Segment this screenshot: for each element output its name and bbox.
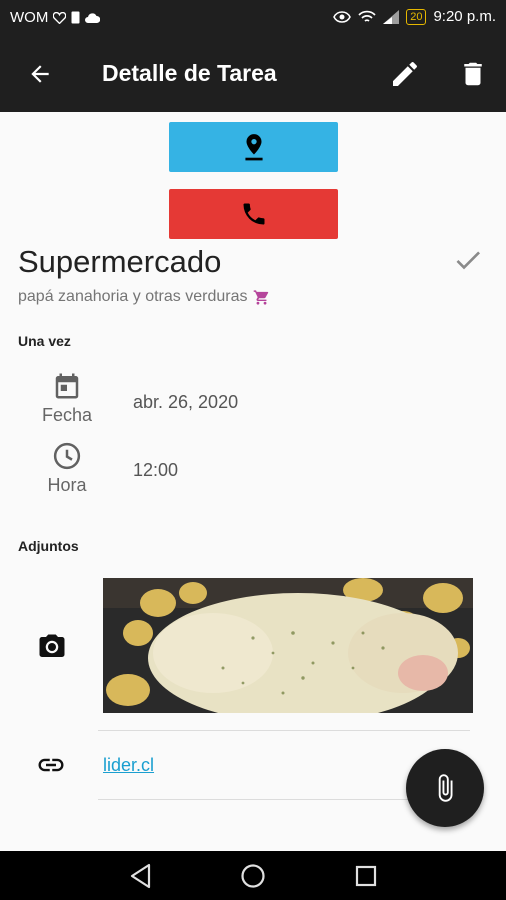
square-recents-icon <box>355 865 377 887</box>
signal-icon <box>383 9 400 24</box>
paperclip-icon <box>438 774 453 802</box>
system-nav-bar <box>0 851 506 900</box>
map-pin-icon <box>244 134 263 161</box>
back-button[interactable] <box>22 58 58 90</box>
heart-icon <box>53 11 67 24</box>
phone-icon <box>243 203 264 225</box>
mark-done-button[interactable] <box>452 244 484 281</box>
time-label-block: Hora <box>38 441 96 496</box>
clock: 9:20 p.m. <box>433 8 496 25</box>
calendar-icon <box>55 373 79 399</box>
location-button[interactable] <box>169 122 338 172</box>
time-label: Hora <box>47 475 87 495</box>
attachment-link[interactable]: lider.cl <box>103 755 154 776</box>
arrow-back-icon <box>31 65 49 83</box>
nav-home-button[interactable] <box>239 862 267 890</box>
task-title: Supermercado <box>18 244 222 279</box>
time-value: 12:00 <box>133 460 179 480</box>
add-attachment-fab[interactable] <box>406 749 484 827</box>
date-label-block: Fecha <box>38 371 96 426</box>
link-attachment-icon-wrap <box>35 750 67 780</box>
link-icon <box>38 758 64 772</box>
wifi-icon <box>358 10 376 22</box>
frequency-label: Una vez <box>18 333 71 349</box>
date-label: Fecha <box>41 405 93 425</box>
attachment-photo[interactable] <box>103 578 473 713</box>
roast-chicken-photo <box>103 578 473 713</box>
cloud-icon <box>85 12 101 23</box>
sim-icon <box>71 11 80 24</box>
nav-recents-button[interactable] <box>352 862 380 890</box>
delete-button[interactable] <box>455 56 491 92</box>
edit-button[interactable] <box>387 56 423 92</box>
trash-icon <box>464 62 482 86</box>
carrier-label: WOM <box>10 9 49 26</box>
app-bar: Detalle de Tarea <box>0 36 506 112</box>
battery-badge: 20 <box>406 8 427 25</box>
pencil-icon <box>393 62 417 86</box>
camera-icon <box>39 634 65 657</box>
status-bar: WOM 20 9:20 p.m. <box>0 0 506 36</box>
call-button[interactable] <box>169 189 338 239</box>
circle-home-icon <box>241 864 265 888</box>
task-description-row: papá zanahoria y otras verduras <box>18 288 270 306</box>
check-icon <box>456 251 480 270</box>
task-description: papá zanahoria y otras verduras <box>18 288 248 305</box>
triangle-back-icon <box>130 863 151 889</box>
page-title: Detalle de Tarea <box>102 60 277 86</box>
date-value: abr. 26, 2020 <box>133 392 239 412</box>
attachment-divider-1 <box>98 730 470 731</box>
nav-back-button[interactable] <box>127 862 155 890</box>
eye-icon <box>333 10 352 23</box>
camera-attachment-icon-wrap <box>36 631 68 663</box>
clock-icon <box>53 442 81 470</box>
shopping-cart-icon <box>254 289 269 305</box>
attachments-label: Adjuntos <box>18 538 79 554</box>
